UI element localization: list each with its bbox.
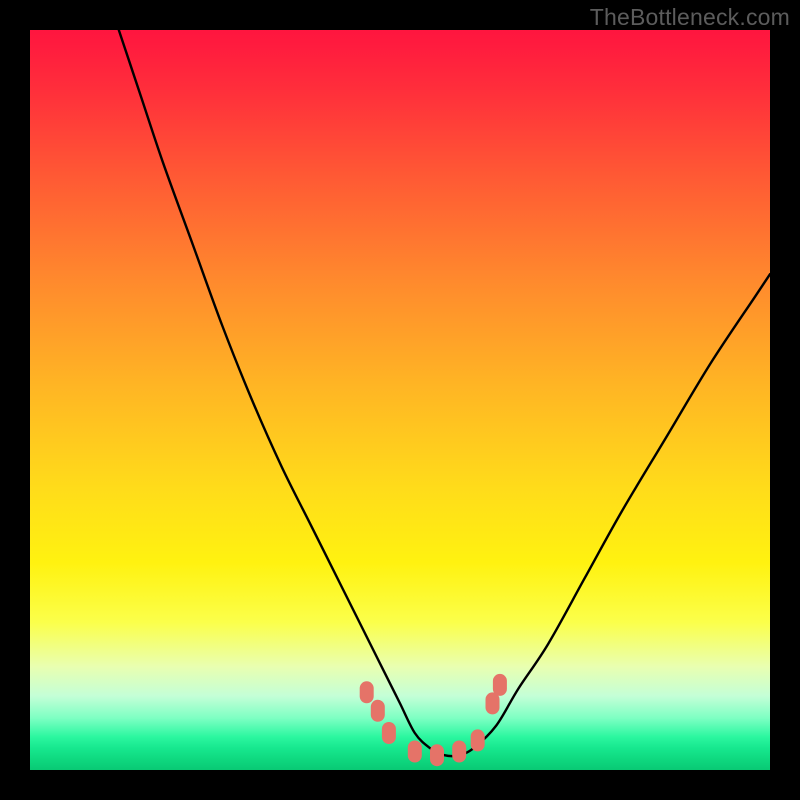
chart-frame: TheBottleneck.com	[0, 0, 800, 800]
marker-point	[360, 681, 374, 703]
marker-point	[371, 700, 385, 722]
marker-point	[486, 692, 500, 714]
bottleneck-curve	[119, 30, 770, 756]
marker-point	[430, 744, 444, 766]
plot-area	[30, 30, 770, 770]
marker-point	[493, 674, 507, 696]
chart-svg	[30, 30, 770, 770]
marker-point	[408, 741, 422, 763]
marker-point	[471, 729, 485, 751]
marker-point	[382, 722, 396, 744]
curve-markers	[360, 674, 507, 766]
marker-point	[452, 741, 466, 763]
watermark-text: TheBottleneck.com	[590, 4, 790, 31]
